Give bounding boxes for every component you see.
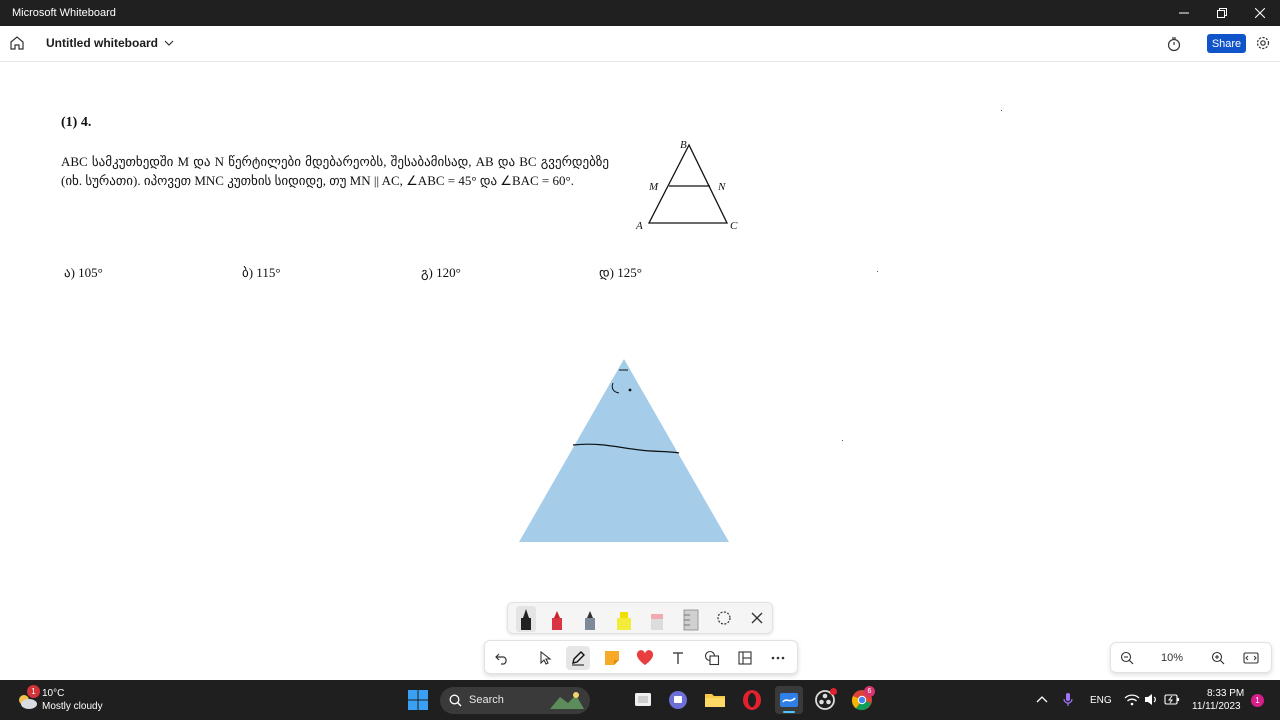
zoom-in-icon[interactable] — [1211, 651, 1225, 665]
fit-to-screen-icon[interactable] — [1243, 651, 1259, 665]
minimize-button[interactable] — [1165, 0, 1203, 26]
shapes-icon — [704, 650, 720, 666]
maximize-button[interactable] — [1203, 0, 1241, 26]
stray-dot — [1001, 110, 1002, 111]
templates-icon — [738, 651, 752, 665]
ruler-icon[interactable] — [681, 606, 701, 632]
share-button[interactable]: Share — [1207, 34, 1246, 53]
answer-option-b: ბ) 115° — [242, 265, 281, 280]
zoom-controls: 10% — [1110, 642, 1272, 673]
whiteboard-toolbar — [484, 640, 798, 674]
ellipsis-icon — [771, 656, 785, 660]
problem-number: (1) 4. — [61, 115, 92, 130]
ink-dot — [628, 388, 632, 392]
active-app-indicator — [783, 711, 795, 713]
sticky-note-button[interactable] — [602, 648, 622, 668]
stray-dot — [877, 271, 878, 272]
undo-button[interactable] — [492, 648, 512, 668]
shapes-button[interactable] — [702, 648, 722, 668]
chevron-up-icon[interactable] — [1036, 694, 1048, 704]
recording-indicator-dot — [830, 688, 837, 695]
lasso-select-icon[interactable] — [716, 610, 732, 626]
reactions-button[interactable] — [635, 648, 655, 668]
chrome-badge: 6 — [864, 686, 875, 697]
window-title: Microsoft Whiteboard — [12, 7, 116, 19]
file-explorer-icon[interactable] — [703, 688, 727, 712]
whiteboard-app-icon — [780, 693, 798, 707]
highlighter-icon[interactable] — [615, 606, 633, 632]
task-view-icon[interactable] — [631, 688, 655, 712]
triangle-fill — [519, 359, 729, 542]
search-label: Search — [469, 694, 504, 706]
chevron-down-icon[interactable] — [163, 37, 175, 49]
figure-label-b: B — [680, 139, 687, 151]
zoom-out-icon[interactable] — [1120, 651, 1134, 665]
stray-dot — [842, 440, 843, 441]
timer-icon[interactable] — [1166, 36, 1182, 52]
weather-temperature[interactable]: 10°C — [42, 688, 64, 699]
clock-date[interactable]: 11/11/2023 — [1192, 701, 1241, 712]
close-window-button[interactable] — [1241, 0, 1279, 26]
title-bar: Microsoft Whiteboard — [0, 0, 1280, 26]
clock-time[interactable]: 8:33 PM — [1207, 688, 1244, 699]
answer-option-d: დ) 125° — [599, 265, 642, 280]
restore-icon — [1217, 8, 1227, 18]
figure-label-n: N — [717, 181, 726, 193]
battery-icon[interactable] — [1164, 693, 1180, 706]
search-icon — [449, 694, 462, 707]
red-pen-icon[interactable] — [550, 606, 564, 632]
drawn-triangle-shape[interactable] — [510, 350, 740, 550]
weather-description[interactable]: Mostly cloudy — [42, 701, 103, 712]
templates-button[interactable] — [735, 648, 755, 668]
windows-start-icon[interactable] — [406, 688, 430, 712]
search-highlight-icon — [550, 692, 584, 709]
black-pen-icon[interactable] — [516, 606, 536, 632]
home-icon[interactable] — [9, 35, 25, 51]
weather-badge: 1 — [27, 685, 40, 698]
text-icon — [673, 652, 683, 664]
eraser-icon[interactable] — [649, 606, 665, 632]
problem-text: ABC სამკუთხედში M და N წერტილები მდებარე… — [61, 154, 609, 188]
teams-chat-icon[interactable] — [666, 688, 690, 712]
answer-option-c: გ) 120° — [421, 265, 461, 280]
close-tray-icon[interactable] — [751, 612, 763, 624]
select-tool-button[interactable] — [536, 648, 556, 668]
undo-icon — [495, 653, 507, 665]
figure-label-m: M — [648, 181, 659, 193]
language-indicator[interactable]: ENG — [1090, 695, 1112, 706]
volume-icon[interactable] — [1144, 693, 1158, 706]
pen-tool-button[interactable] — [566, 646, 590, 670]
cursor-icon — [540, 651, 552, 665]
more-options-button[interactable] — [768, 648, 788, 668]
gray-pen-icon[interactable] — [583, 606, 597, 632]
heart-icon — [636, 650, 654, 665]
triangle-figure: B M N A C — [635, 139, 738, 232]
whiteboard-title[interactable]: Untitled whiteboard — [46, 36, 158, 50]
app-bar: Untitled whiteboard Share — [0, 26, 1280, 62]
figure-label-a: A — [635, 220, 643, 232]
sticky-note-icon — [605, 651, 619, 665]
gear-icon[interactable] — [1255, 35, 1271, 51]
pen-icon — [572, 651, 585, 666]
notification-badge[interactable]: 1 — [1251, 694, 1264, 707]
zoom-level: 10% — [1161, 652, 1184, 664]
text-tool-button[interactable] — [668, 648, 688, 668]
figure-label-c: C — [730, 220, 738, 232]
microphone-icon[interactable] — [1062, 692, 1074, 708]
pen-tray — [507, 602, 773, 634]
close-icon — [1255, 8, 1265, 18]
taskbar-search[interactable]: Search — [440, 687, 590, 714]
wifi-icon[interactable] — [1124, 693, 1140, 706]
minimize-icon — [1179, 12, 1189, 14]
answer-option-a: ა) 105° — [64, 265, 103, 280]
opera-browser-icon[interactable] — [740, 688, 764, 712]
whiteboard-taskbar-button[interactable] — [775, 686, 803, 714]
figure-triangle — [647, 143, 729, 224]
